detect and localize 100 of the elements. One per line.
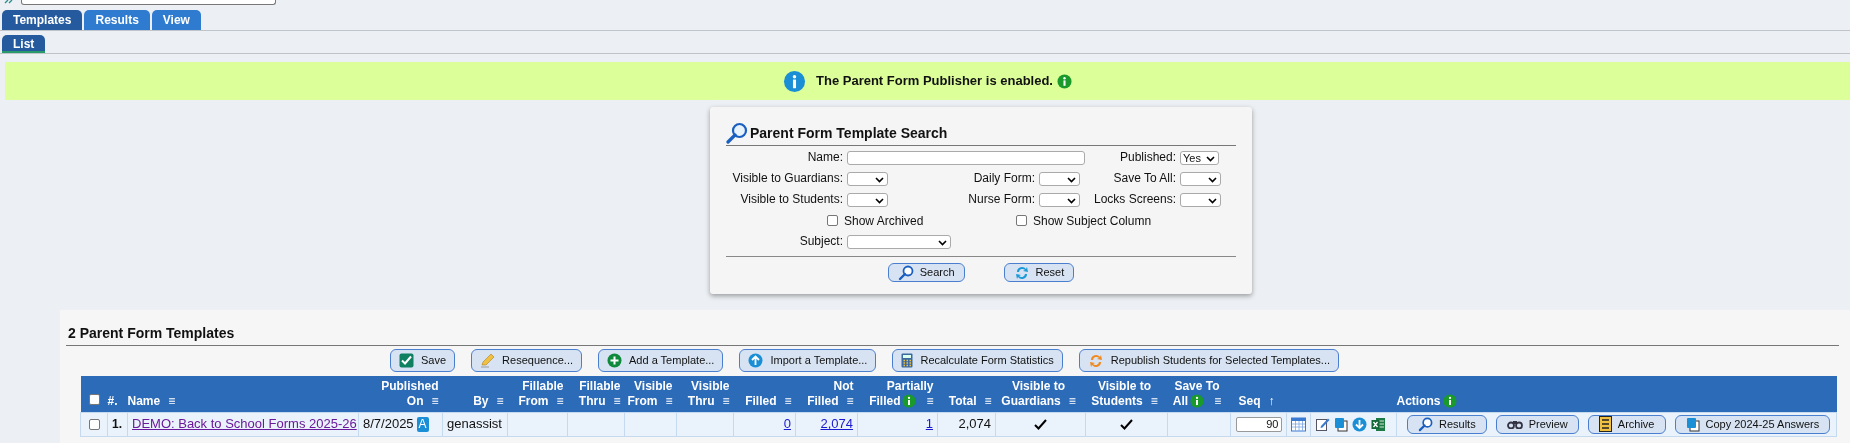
double-chevron-icon[interactable] (4, 0, 13, 5)
binoculars-icon (1506, 419, 1523, 429)
checkbox[interactable] (88, 393, 100, 405)
chevron-icon (938, 240, 947, 246)
dropdown[interactable] (1039, 172, 1080, 186)
checkmark-icon (1034, 419, 1047, 431)
field-label: Locks Screens: (1092, 191, 1177, 208)
badge: A (416, 417, 429, 433)
search-icon (897, 264, 914, 281)
toolbar-button[interactable]: Save (390, 349, 456, 372)
download-icon[interactable] (1352, 416, 1367, 432)
column-header[interactable]: Save To All ≡ (1172, 378, 1222, 409)
search-icon (726, 122, 748, 144)
dropdown[interactable] (847, 193, 888, 207)
column-header[interactable]: Fillable From ≡ (518, 378, 564, 409)
dropdown[interactable] (1180, 193, 1221, 207)
toolbar-button[interactable]: Import a Template... (739, 349, 877, 372)
column-header[interactable]: Visible to Students ≡ (1091, 378, 1158, 409)
field-label: Save To All: (1112, 170, 1177, 187)
toolbar-button[interactable]: Recalculate Form Statistics (892, 349, 1063, 372)
copy-icon[interactable] (1334, 416, 1348, 432)
column-header[interactable]: Visible Thru ≡ (687, 378, 730, 409)
chevron-icon (1208, 198, 1217, 204)
search-button[interactable]: Reset (1003, 263, 1075, 282)
calculator-icon (901, 353, 914, 368)
tab[interactable]: Templates (2, 10, 83, 30)
count-link[interactable]: 1 (925, 416, 933, 432)
toolbar-button[interactable]: Republish Students for Selected Templates... (1078, 349, 1339, 372)
calendar-icon[interactable] (1291, 417, 1306, 433)
field-label: Nurse Form: (967, 191, 1036, 208)
checkbox-label: Show Subject Column (1033, 212, 1152, 230)
edit-icon[interactable] (1316, 416, 1330, 432)
field-label: Daily Form: (972, 170, 1036, 187)
path-field[interactable] (21, 0, 276, 5)
info-icon[interactable] (1442, 393, 1457, 408)
field-label: Visible to Guardians: (731, 170, 844, 187)
refresh-icon (1013, 264, 1030, 281)
checkbox[interactable] (88, 419, 100, 431)
column-header[interactable]: Seq ↑ (1238, 393, 1275, 409)
refresh-icon (1087, 352, 1104, 369)
column-header[interactable]: Published On ≡ (381, 378, 439, 409)
checkbox-label: Show Archived (844, 212, 924, 230)
action-button[interactable]: Archive (1587, 414, 1666, 434)
sub-tab[interactable]: List (2, 35, 46, 53)
column-header[interactable]: Total ≡ (948, 393, 992, 409)
dropdown[interactable]: Yes (1180, 151, 1219, 165)
field-label: Subject: (798, 233, 844, 250)
chevron-icon (1067, 177, 1076, 183)
field-label: Name: (806, 149, 844, 166)
chevron-icon (875, 177, 884, 183)
column-header[interactable]: #. (107, 393, 118, 409)
checkbox[interactable] (827, 215, 838, 226)
tab[interactable]: Results (84, 10, 150, 30)
toolbar-button[interactable]: Add a Template... (598, 349, 724, 372)
dropdown[interactable] (847, 172, 888, 186)
action-button[interactable]: Copy 2024-25 Answers (1674, 414, 1831, 434)
sequence-input[interactable]: 90 (1235, 416, 1282, 432)
count-link[interactable]: 0 (783, 416, 791, 432)
column-header[interactable]: Visible to Guardians ≡ (1001, 378, 1076, 409)
dropdown[interactable] (1180, 172, 1221, 186)
pencil-icon (480, 353, 496, 368)
info-icon[interactable] (902, 393, 917, 408)
chevron-icon (875, 198, 884, 204)
dropdown[interactable] (1039, 193, 1080, 207)
chevron-icon (1206, 156, 1215, 162)
checkbox[interactable] (1016, 215, 1027, 226)
upload-icon (748, 353, 764, 368)
published-date: 8/7/2025 (363, 416, 414, 432)
plus-circle-icon (607, 353, 622, 368)
column-header[interactable]: Fillable Thru ≡ (578, 378, 621, 409)
action-button[interactable]: Preview (1495, 414, 1579, 434)
checkmark-icon (1120, 419, 1133, 431)
field-label: Visible to Students: (739, 191, 844, 208)
name-input[interactable] (847, 151, 1085, 165)
toolbar-button[interactable]: Resequence... (471, 349, 582, 372)
info-icon[interactable] (1056, 73, 1072, 89)
table-cell: 2,074 (958, 416, 991, 432)
tab[interactable]: View (151, 10, 201, 30)
column-header[interactable]: Actions (1396, 393, 1459, 409)
info-icon (783, 69, 806, 93)
column-header[interactable]: By ≡ (473, 393, 504, 409)
section-title: 2 Parent Form Templates (66, 323, 1839, 346)
column-header[interactable]: Not Filled ≡ (807, 378, 854, 409)
column-header[interactable]: Filled ≡ (745, 393, 792, 409)
spreadsheet-icon[interactable] (1371, 416, 1386, 432)
archive-icon (1598, 416, 1612, 432)
column-header[interactable]: Partially Filled ≡ (869, 378, 934, 409)
row-number: 1. (112, 417, 122, 431)
search-icon (1418, 416, 1433, 432)
action-button[interactable]: Results (1407, 414, 1487, 434)
checkmark-icon (399, 353, 414, 368)
field-label: Published: (1118, 149, 1177, 166)
info-icon[interactable] (1190, 393, 1205, 408)
chevron-icon (1067, 198, 1076, 204)
column-header[interactable]: Name ≡ (127, 393, 176, 409)
notice-text: The Parent Form Publisher is enabled. (816, 72, 1053, 91)
panel-title: Parent Form Template Search (750, 124, 948, 143)
copy-icon (1685, 416, 1700, 432)
search-button[interactable]: Search (887, 263, 965, 282)
column-header[interactable]: Visible From ≡ (627, 378, 673, 409)
